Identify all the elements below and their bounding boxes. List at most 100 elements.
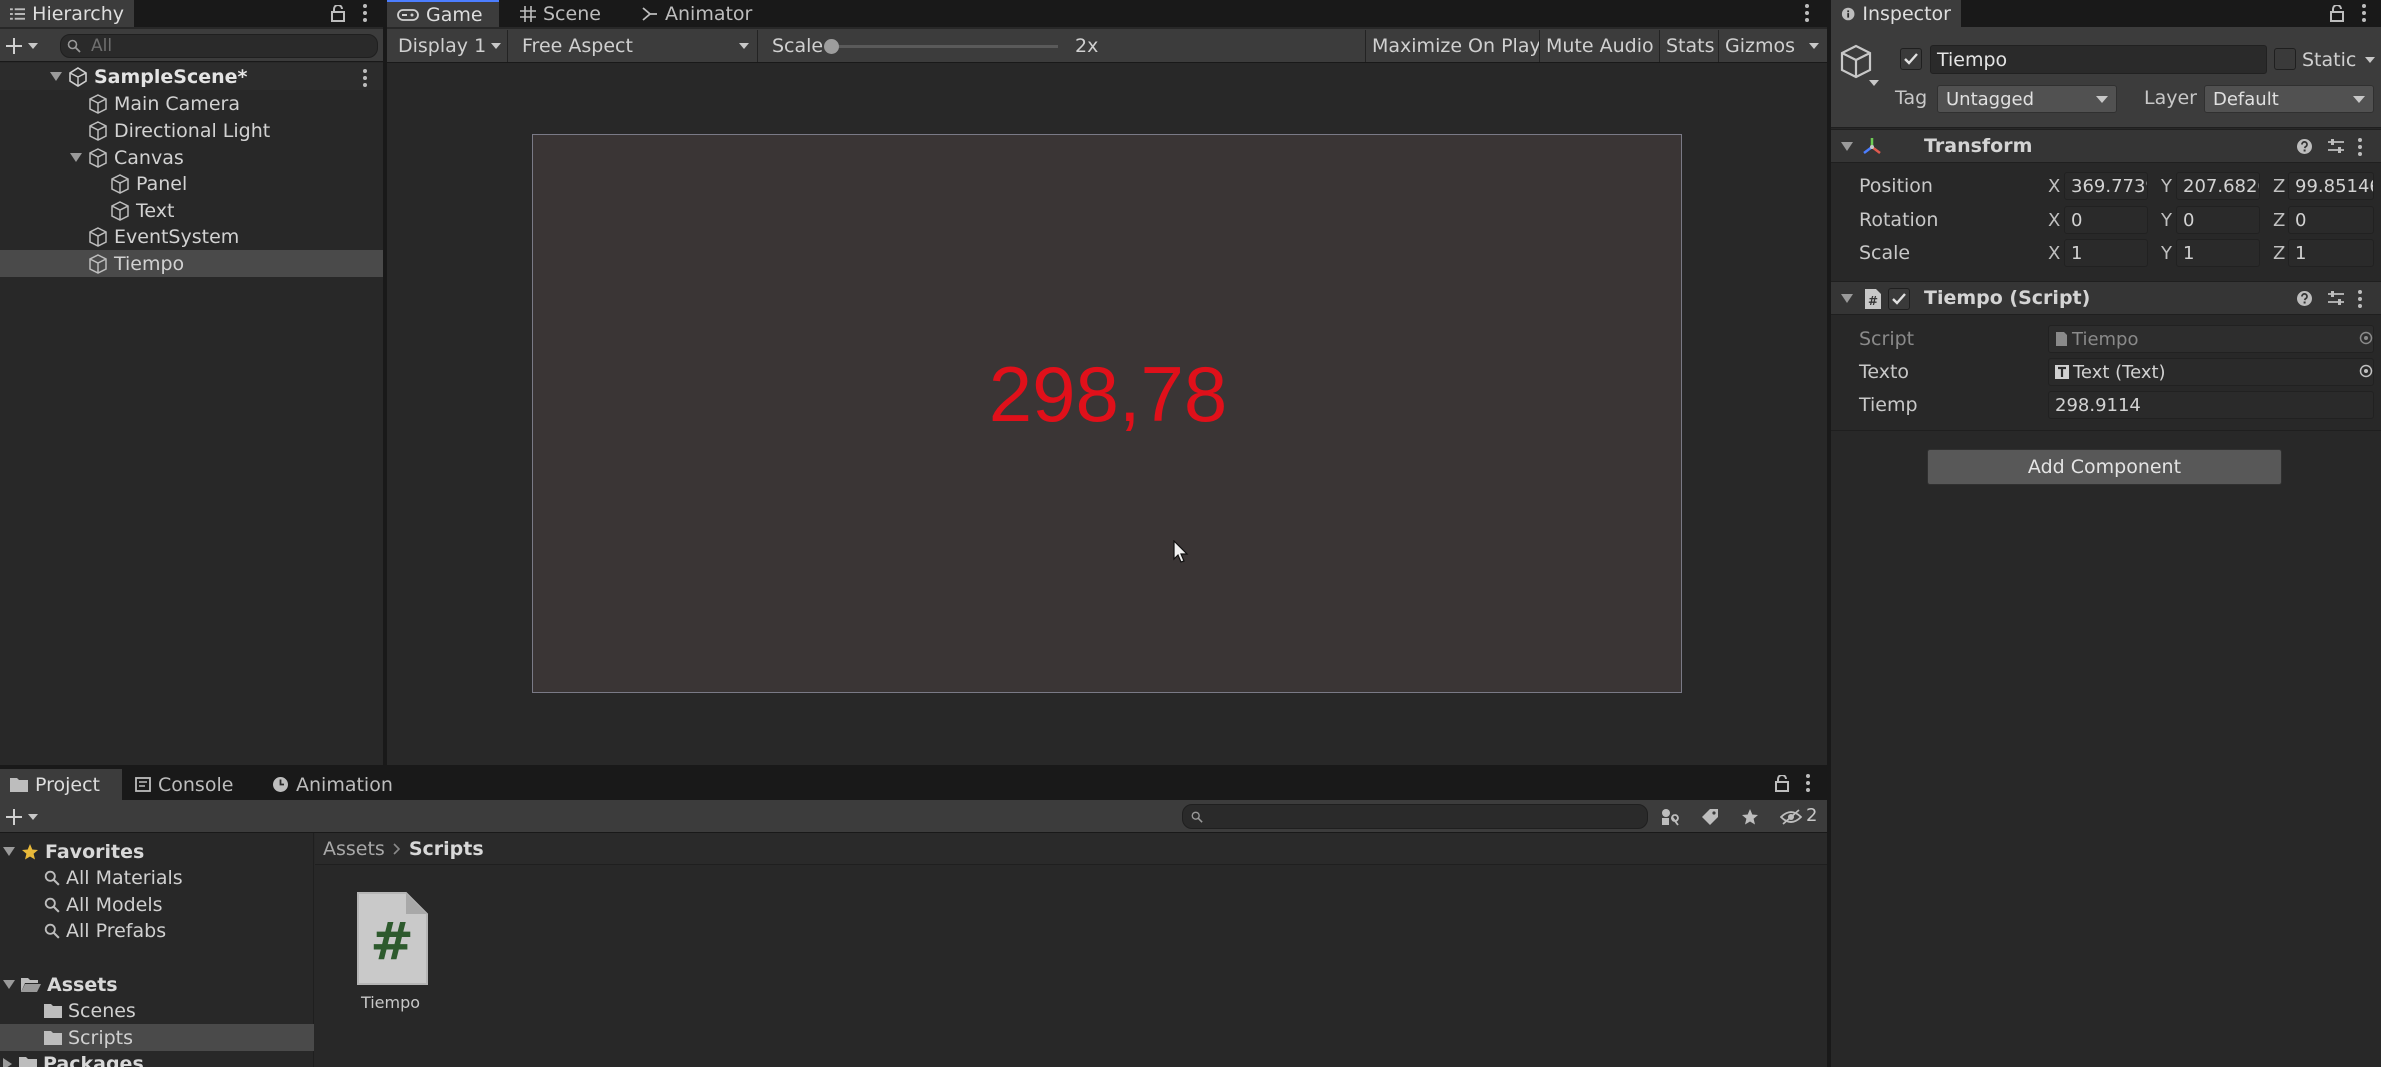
texto-field[interactable]: Text (Text) (2048, 358, 2374, 386)
hierarchy-item-label: Main Camera (114, 92, 240, 115)
add-icon[interactable] (5, 808, 23, 826)
rotation-x-value: 0 (2071, 209, 2083, 231)
script-enabled-checkbox[interactable] (1888, 288, 1910, 310)
project-menu-icon[interactable] (1806, 774, 1810, 795)
aspect-dropdown[interactable]: Free Aspect (507, 30, 757, 62)
object-picker-icon[interactable] (2359, 331, 2373, 345)
display-dropdown[interactable]: Display 1 (387, 30, 507, 62)
hierarchy-item-canvas[interactable]: Canvas (0, 144, 184, 171)
asset-folder-scenes[interactable]: Scenes (44, 997, 136, 1024)
stats-toggle[interactable]: Stats (1659, 30, 1721, 62)
tiemp-input[interactable]: 298.9114 (2048, 391, 2374, 419)
script-menu-icon[interactable] (2358, 290, 2362, 311)
tab-animator[interactable]: Animator (632, 0, 762, 27)
add-component-button[interactable]: Add Component (1927, 449, 2282, 485)
inspector-menu-icon[interactable] (2362, 4, 2366, 25)
favorites-row[interactable]: Favorites (0, 838, 144, 865)
tag-icon[interactable] (1701, 808, 1719, 826)
tab-game[interactable]: Game (387, 0, 499, 27)
favorite-item-all-prefabs[interactable]: All Prefabs (44, 917, 166, 944)
mute-audio-toggle[interactable]: Mute Audio (1539, 30, 1660, 62)
object-name-input[interactable]: Tiempo (1930, 45, 2267, 74)
help-icon[interactable] (2296, 290, 2313, 307)
hierarchy-item-eventsystem[interactable]: EventSystem (0, 223, 239, 250)
hierarchy-item-panel[interactable]: Panel (0, 170, 187, 197)
layer-dropdown[interactable]: Default (2204, 85, 2374, 113)
hierarchy-item-text[interactable]: Text (0, 197, 174, 224)
file-item-tiempo[interactable]: # Tiempo (343, 891, 438, 1012)
splitter[interactable] (0, 765, 1827, 769)
scene-menu-icon[interactable] (363, 69, 367, 90)
preset-icon[interactable] (2327, 138, 2345, 155)
project-search-input[interactable] (1182, 804, 1648, 829)
object-picker-icon[interactable] (2359, 364, 2373, 378)
breadcrumb-current[interactable]: Scripts (409, 838, 484, 860)
tab-animation[interactable]: Animation (262, 769, 403, 800)
favorite-item-all-models[interactable]: All Models (44, 891, 163, 918)
splitter[interactable] (1827, 0, 1831, 1067)
tab-inspector[interactable]: Inspector (1831, 0, 1961, 27)
hierarchy-item-tiempo[interactable]: Tiempo (0, 250, 383, 277)
hidden-eye-icon[interactable] (1780, 809, 1802, 825)
console-icon (135, 777, 151, 792)
tab-hierarchy[interactable]: Hierarchy (0, 0, 134, 27)
position-x-input[interactable]: 369.7739 (2064, 172, 2148, 200)
static-checkbox[interactable] (2274, 48, 2296, 70)
breadcrumb-root[interactable]: Assets (323, 838, 385, 860)
gameobject-cube-icon (89, 93, 107, 114)
list-icon (10, 7, 26, 20)
splitter[interactable] (383, 0, 387, 765)
lock-icon[interactable] (1775, 775, 1789, 792)
rotation-y-input[interactable]: 0 (2176, 206, 2260, 234)
breadcrumb: Assets Scripts (315, 833, 1827, 865)
assets-row[interactable]: Assets (0, 971, 118, 998)
game-tab-menu-icon[interactable] (1805, 4, 1809, 25)
transform-header[interactable]: Transform (1831, 129, 2381, 163)
tab-animation-label: Animation (296, 773, 393, 796)
favorite-item-all-materials[interactable]: All Materials (44, 864, 183, 891)
preset-icon[interactable] (2327, 290, 2345, 307)
hierarchy-item-main-camera[interactable]: Main Camera (0, 90, 240, 117)
packages-row[interactable]: Packages (0, 1050, 144, 1067)
asset-folder-scripts[interactable]: Scripts (0, 1024, 314, 1051)
maximize-on-play-toggle[interactable]: Maximize On Play (1365, 30, 1547, 62)
chevron-down-icon[interactable] (1869, 80, 1879, 86)
search-by-type-icon[interactable] (1660, 807, 1680, 827)
scale-slider-handle[interactable] (824, 39, 839, 54)
rotation-z-value: 0 (2295, 209, 2307, 231)
hierarchy-search-input[interactable]: All (60, 34, 378, 58)
hierarchy-item-directional-light[interactable]: Directional Light (0, 117, 270, 144)
scale-z-input[interactable]: 1 (2288, 239, 2374, 267)
tab-project[interactable]: Project (0, 769, 122, 800)
scene-root-row[interactable]: SampleScene* (0, 63, 383, 90)
scale-y-input[interactable]: 1 (2176, 239, 2260, 267)
chevron-down-icon[interactable] (2365, 57, 2375, 63)
folder-icon (19, 1057, 37, 1067)
hierarchy-panel: Hierarchy All SampleScene* Main Camera D… (0, 0, 383, 765)
transform-menu-icon[interactable] (2358, 138, 2362, 159)
expand-arrow-icon (50, 71, 62, 81)
lock-icon[interactable] (331, 5, 345, 22)
scale-x-input[interactable]: 1 (2064, 239, 2148, 267)
help-icon[interactable] (2296, 138, 2313, 155)
tab-console[interactable]: Console (125, 769, 243, 800)
chevron-down-icon[interactable] (28, 814, 38, 820)
script-component-header[interactable]: # Tiempo (Script) (1831, 281, 2381, 315)
stats-label: Stats (1666, 35, 1715, 57)
lock-icon[interactable] (2330, 5, 2344, 22)
position-y-input[interactable]: 207.6826 (2176, 172, 2260, 200)
rotation-x-input[interactable]: 0 (2064, 206, 2148, 234)
tab-scene[interactable]: Scene (510, 0, 611, 27)
position-z-input[interactable]: 99.85146 (2288, 172, 2374, 200)
scale-slider-track[interactable] (828, 45, 1058, 48)
gizmos-toggle[interactable]: Gizmos (1718, 30, 1827, 62)
folder-icon (44, 1031, 62, 1045)
chevron-down-icon[interactable] (28, 43, 38, 49)
star-icon[interactable] (1741, 808, 1759, 826)
game-screen[interactable]: 298,78 (532, 134, 1682, 693)
rotation-z-input[interactable]: 0 (2288, 206, 2374, 234)
add-icon[interactable] (5, 37, 23, 55)
hierarchy-menu-icon[interactable] (363, 4, 367, 25)
active-checkbox[interactable] (1900, 48, 1922, 70)
tag-dropdown[interactable]: Untagged (1937, 85, 2117, 113)
